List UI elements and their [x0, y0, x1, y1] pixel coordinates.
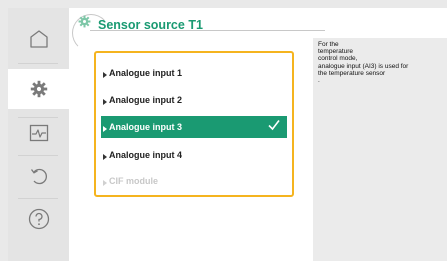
- header-divider: [90, 30, 325, 31]
- sidebar-item-restore[interactable]: [8, 163, 69, 189]
- option-arrow-icon: [103, 153, 107, 160]
- info-panel: For the temperature control mode, analog…: [313, 38, 447, 261]
- option-cif-module: CIF module: [101, 170, 287, 192]
- info-text: For the temperature control mode, analog…: [318, 41, 409, 85]
- option-analogue-input-3[interactable]: Analogue input 3: [101, 116, 287, 138]
- option-label: Analogue input 1: [109, 68, 182, 78]
- settings-icon: [30, 80, 48, 98]
- screen: Sensor source T1 Analogue input 1 Analog…: [8, 8, 447, 261]
- restore-icon: [29, 166, 49, 186]
- option-analogue-input-4[interactable]: Analogue input 4: [101, 144, 287, 166]
- diagnostics-icon: [29, 124, 49, 142]
- option-arrow-icon: [103, 71, 107, 78]
- sidebar-item-home[interactable]: [8, 26, 69, 52]
- option-arrow-icon: [103, 125, 107, 132]
- sidebar-divider: [18, 198, 58, 199]
- option-analogue-input-1[interactable]: Analogue input 1: [101, 62, 287, 84]
- option-label: Analogue input 2: [109, 95, 182, 105]
- sidebar-divider: [18, 63, 58, 64]
- option-analogue-input-2[interactable]: Analogue input 2: [101, 89, 287, 111]
- option-label: Analogue input 3: [109, 122, 182, 132]
- device-frame: Sensor source T1 Analogue input 1 Analog…: [0, 0, 447, 261]
- option-label: Analogue input 4: [109, 150, 182, 160]
- checkmark-icon: [268, 120, 280, 131]
- sidebar: [8, 8, 69, 261]
- sidebar-divider: [18, 117, 58, 118]
- sidebar-item-help[interactable]: [8, 205, 69, 233]
- sidebar-divider: [18, 155, 58, 156]
- option-arrow-icon: [103, 98, 107, 105]
- help-icon: [28, 208, 50, 230]
- sidebar-item-diagnostics[interactable]: [8, 120, 69, 146]
- options-list: Analogue input 1 Analogue input 2 Analog…: [94, 51, 294, 197]
- option-arrow-icon: [103, 179, 107, 186]
- home-icon: [29, 30, 49, 48]
- sidebar-item-settings[interactable]: [8, 69, 69, 109]
- option-label: CIF module: [109, 176, 158, 186]
